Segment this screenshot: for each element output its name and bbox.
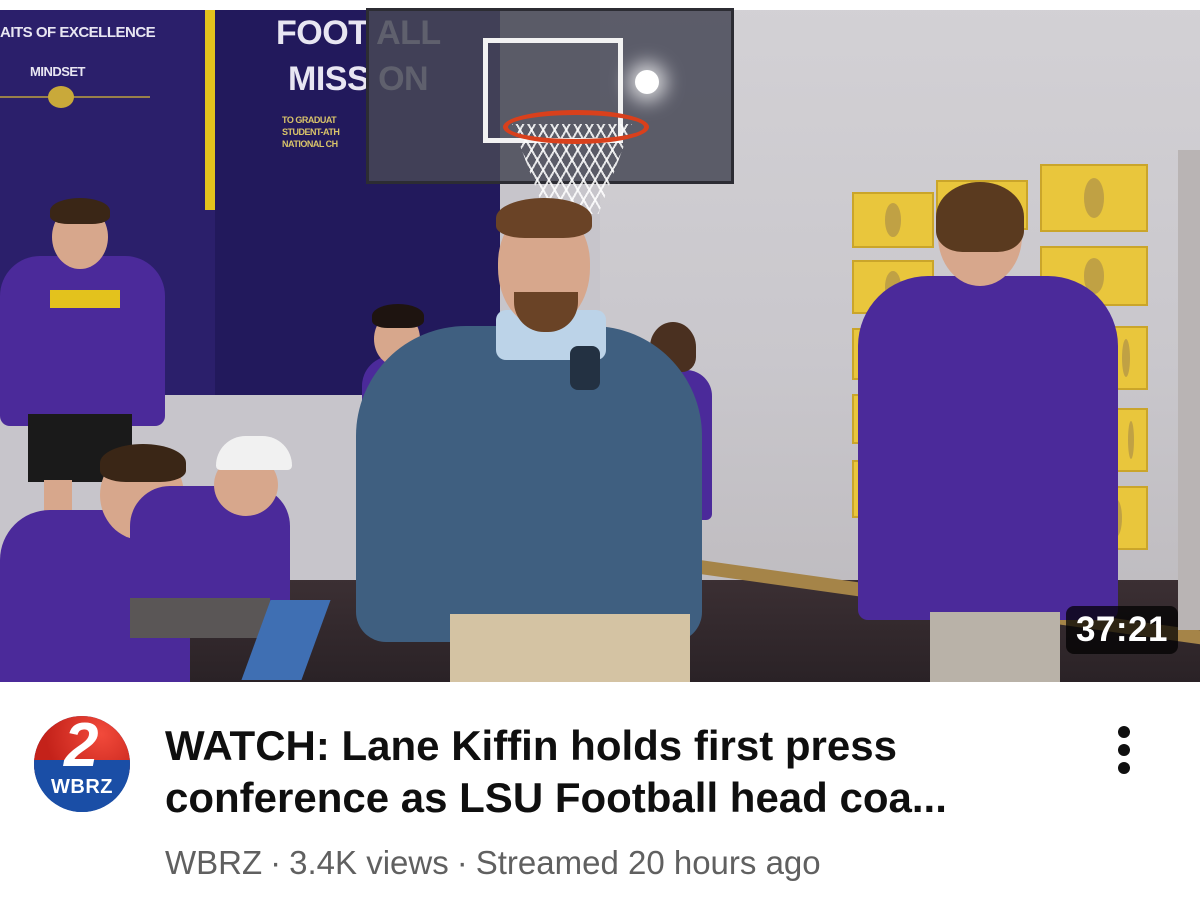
more-dot	[1118, 762, 1130, 774]
banner-text-line: NATIONAL CH	[282, 139, 338, 149]
video-title[interactable]: WATCH: Lane Kiffin holds first press con…	[165, 720, 1065, 824]
more-dot	[1118, 726, 1130, 738]
tiger-emblem-icon	[48, 86, 74, 108]
wall-plaque	[852, 192, 934, 248]
banner-text-line: TO GRADUAT	[282, 115, 337, 125]
banner-line	[0, 96, 150, 98]
avatar-brand: WBRZ	[51, 776, 113, 798]
more-dot	[1118, 744, 1130, 756]
more-vertical-icon[interactable]	[1104, 722, 1144, 778]
banner-text: AITS OF EXCELLENCE	[0, 24, 156, 41]
wall-plaque	[1040, 164, 1148, 232]
video-meta: WBRZ · 3.4K views · Streamed 20 hours ago	[165, 844, 821, 882]
banner-text: TO GRADUAT STUDENT-ATH NATIONAL CH	[282, 114, 340, 150]
thumbnail-scene: AITS OF EXCELLENCE MINDSET FOOT ALL MISS…	[0, 0, 1200, 682]
channel-avatar[interactable]: 2 WBRZ	[34, 716, 130, 812]
ceiling-light	[635, 70, 659, 94]
avatar-number: 2	[64, 716, 99, 780]
duration-badge: 37:21	[1065, 606, 1178, 654]
scene-door	[1178, 150, 1200, 630]
banner-text: MINDSET	[30, 64, 86, 79]
banner-text-line: STUDENT-ATH	[282, 127, 340, 137]
scene-stripe	[205, 10, 215, 210]
stream-time: Streamed 20 hours ago	[475, 844, 821, 881]
channel-name[interactable]: WBRZ	[165, 844, 262, 881]
meta-separator: ·	[270, 844, 282, 881]
meta-separator: ·	[456, 844, 468, 881]
video-thumbnail[interactable]: AITS OF EXCELLENCE MINDSET FOOT ALL MISS…	[0, 0, 1200, 682]
wall-plaque	[1114, 408, 1148, 472]
view-count: 3.4K views	[289, 844, 449, 881]
basketball-hoop	[503, 110, 649, 144]
